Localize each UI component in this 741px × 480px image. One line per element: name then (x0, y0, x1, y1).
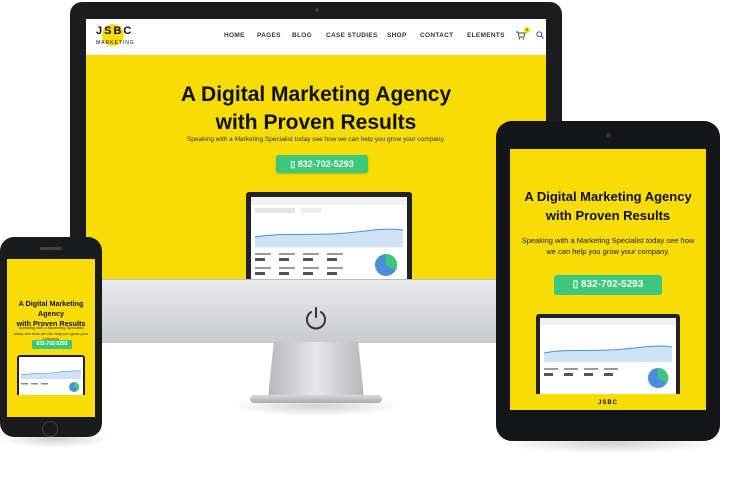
logo-subtext: MARKETING (96, 40, 135, 46)
monitor-stand-neck (268, 342, 364, 398)
tablet-title-line1: A Digital Marketing Agency (524, 189, 692, 204)
nav-item-case-studies[interactable]: CASE STUDIES (326, 32, 378, 39)
monitor-camera (315, 8, 319, 12)
phone-analytics-chart-graphic (20, 370, 82, 392)
tablet-hero-title: A Digital Marketing Agency with Proven R… (510, 187, 706, 225)
hero-title-line2: with Proven Results (215, 111, 417, 134)
tablet-hero-subtitle: Speaking with a Marketing Specialist tod… (521, 236, 695, 256)
desktop-screen: JSBC MARKETING HOME PAGES BLOG CASE STUD… (86, 19, 546, 279)
cart-count-badge: 0 (524, 27, 530, 33)
monitor-stand-foot (250, 395, 382, 403)
phone-icon: ▯ (290, 159, 298, 169)
hero-subtitle: Speaking with a Marketing Specialist tod… (186, 136, 446, 143)
logo-text: JSBC (96, 25, 134, 37)
power-icon[interactable] (303, 305, 329, 331)
phone-analytics-image (19, 357, 83, 395)
tablet-footer-logo: JSBC (597, 400, 618, 406)
tablet-camera (606, 133, 611, 138)
tablet-call-button[interactable]: ▯ 832-702-5293 (554, 275, 662, 295)
call-button[interactable]: ▯ 832-702-5293 (276, 155, 368, 173)
tablet-analytics-image (540, 318, 676, 394)
call-button-label: 832-702-5293 (297, 159, 354, 169)
nav-item-elements[interactable]: ELEMENTS (467, 32, 505, 39)
phone-icon: ▯ (572, 279, 581, 290)
nav-item-blog[interactable]: BLOG (292, 32, 312, 39)
phone-title-line1: A Digital Marketing Agency (18, 299, 84, 318)
nav-item-shop[interactable]: SHOP (387, 32, 407, 39)
phone-home-button[interactable] (42, 421, 58, 437)
tablet-screen: A Digital Marketing Agency with Proven R… (510, 149, 706, 410)
phone-screen: A Digital Marketing Agency with Proven R… (7, 259, 95, 417)
phone-call-button[interactable]: 832-702-5293 (32, 340, 72, 349)
hero-laptop-image (246, 192, 412, 279)
tablet-laptop-image (536, 314, 680, 394)
site-navbar: JSBC MARKETING HOME PAGES BLOG CASE STUD… (86, 19, 546, 55)
tablet-call-button-label: 832-702-5293 (581, 279, 644, 290)
phone-speaker (40, 247, 62, 250)
search-icon[interactable] (536, 31, 544, 39)
phone-laptop-image (17, 355, 85, 395)
phone-call-button-label: 832-702-5293 (36, 341, 68, 347)
nav-item-contact[interactable]: CONTACT (420, 32, 453, 39)
hero-title: A Digital Marketing Agency with Proven R… (86, 81, 546, 137)
nav-item-home[interactable]: HOME (224, 32, 245, 39)
hero-title-line1: A Digital Marketing Agency (180, 83, 452, 106)
tablet-title-line2: with Proven Results (545, 208, 671, 223)
analytics-dashboard-image (251, 197, 407, 279)
analytics-chart-graphic (251, 197, 407, 276)
site-logo[interactable]: JSBC MARKETING (96, 23, 150, 49)
nav-item-pages[interactable]: PAGES (257, 32, 281, 39)
tablet-analytics-chart-graphic (540, 318, 676, 388)
